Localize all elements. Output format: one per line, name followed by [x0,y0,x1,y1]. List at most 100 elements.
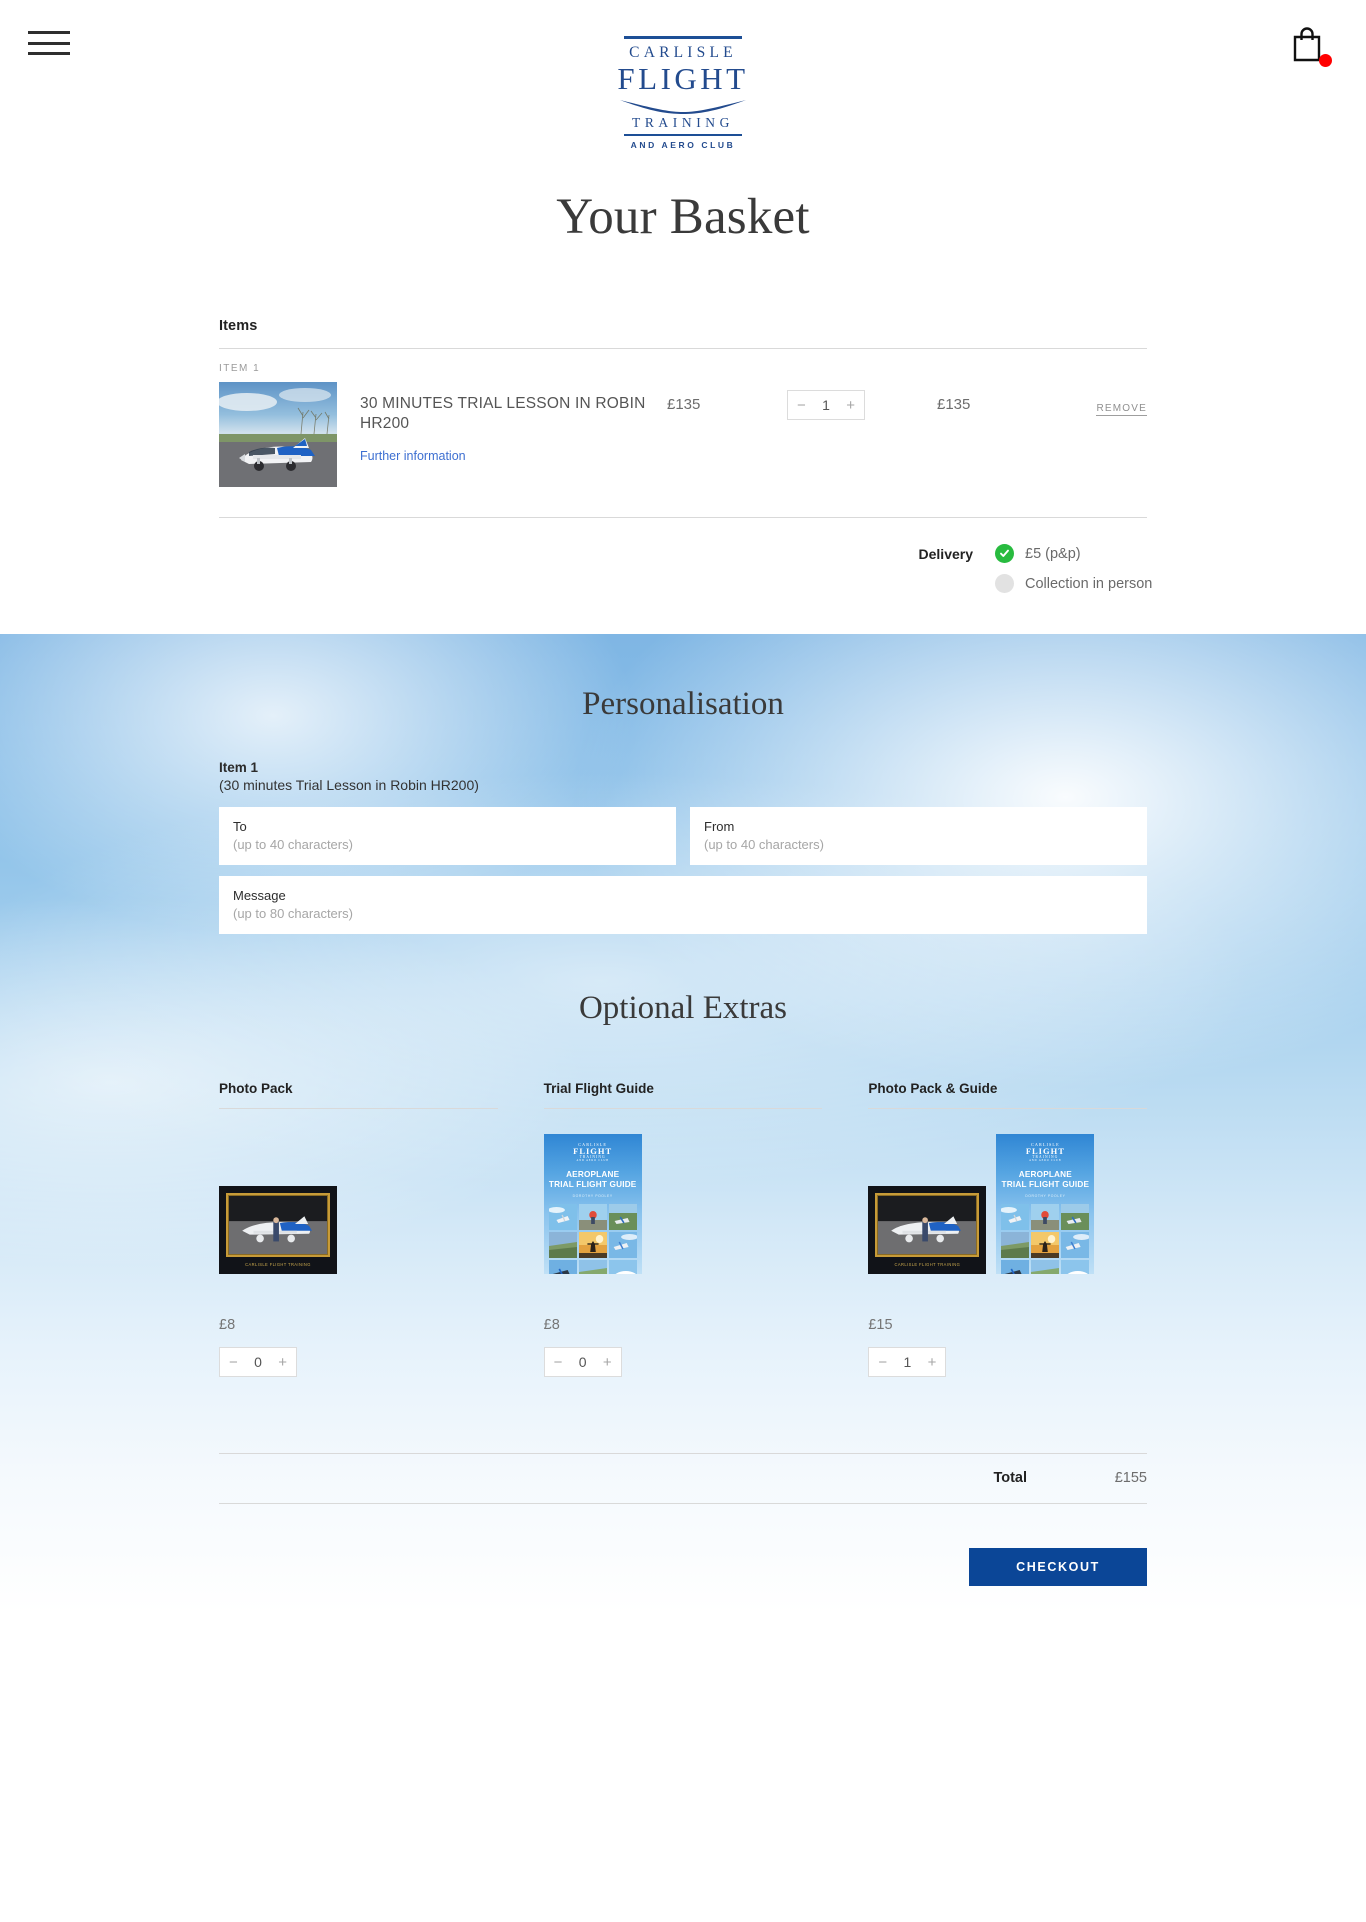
extra-price-photo-pack: £8 [219,1317,236,1333]
extra-price-photo-pack-and-guide: £15 [868,1317,893,1333]
quantity-decrease-button[interactable]: − [797,398,806,413]
booklet-photo-8 [578,1259,607,1274]
message-field-label: Message [233,888,286,903]
site-header: CARLISLE FLIGHT TRAINING AND AERO CLUB [0,0,1366,160]
logo-line-aeroclub: AND AERO CLUB [630,140,736,151]
optional-extras-grid: Photo Pack CARLISLE FLIGHT TRAINING £8 −… [219,1035,1148,1377]
photo-pack-increase-button[interactable]: + [278,1355,287,1370]
photo-pack-decrease-button[interactable]: − [229,1355,238,1370]
from-field-label: From [704,819,735,834]
extra-column-photo-pack: Photo Pack CARLISLE FLIGHT TRAINING £8 −… [219,1081,498,1377]
guide-decrease-button[interactable]: − [554,1355,563,1370]
booklet-title-combo: AEROPLANE TRIAL FLIGHT GUIDE [996,1163,1094,1190]
radio-unselected-icon[interactable] [995,574,1014,593]
item-unit-price: £135 [667,396,701,413]
booklet-title-line1-combo: AEROPLANE [1018,1169,1072,1179]
checkout-button[interactable]: CHECKOUT [969,1548,1147,1586]
totals-section: Total £155 [219,1377,1147,1504]
total-label: Total [993,1470,1027,1486]
site-logo[interactable]: CARLISLE FLIGHT TRAINING AND AERO CLUB [563,36,803,150]
combo-increase-button[interactable]: + [928,1355,937,1370]
photo-inner-image-combo [878,1196,977,1254]
logo-top-rule [624,36,742,39]
booklet-photo-2 [578,1203,607,1230]
delivery-option-pp-label: £5 (p&p) [1025,545,1081,562]
photo-pack-quantity-stepper[interactable]: − 0 + [219,1347,297,1377]
booklet-logo-combo: CARLISLE FLIGHT TRAINING AND AERO CLUB [996,1134,1094,1163]
guide-quantity-value: 0 [578,1354,587,1370]
personalisation-item-header: Item 1 (30 minutes Trial Lesson in Robin… [219,723,1147,793]
booklet-photo-1-combo [1001,1203,1030,1230]
photo-inner-image [229,1196,327,1254]
booklet-photo-5-combo [1031,1231,1060,1258]
booklet-photo-2-combo [1031,1203,1060,1230]
shopping-bag-icon[interactable] [1290,26,1332,70]
extra-stepper-cell-2: − 0 + [543,1333,823,1377]
photo-frame-caption: CARLISLE FLIGHT TRAINING [245,1262,311,1267]
item-subtotal: £135 [937,396,971,413]
booklet-photo-9-combo [1061,1259,1090,1274]
extra-media-trial-flight-guide[interactable]: CARLISLE FLIGHT TRAINING AND AERO CLUB A… [543,1109,823,1274]
extra-stepper-cell-3: − 1 + [868,1333,1147,1377]
quantity-stepper[interactable]: − 1 + [787,390,865,420]
booklet-photo-3-combo [1061,1203,1090,1230]
delivery-option-pp[interactable]: £5 (p&p) [995,544,1147,563]
booklet-photo-6-combo [1061,1231,1090,1258]
logo-line-flight: FLIGHT [617,61,749,97]
hamburger-bar-3 [28,52,70,55]
delivery-section: Delivery £5 (p&p) Collection in person [219,518,1152,634]
booklet-photo-4 [548,1231,577,1258]
from-field[interactable]: From (up to 40 characters) [690,807,1147,865]
to-field[interactable]: To (up to 40 characters) [219,807,676,865]
hamburger-menu-icon[interactable] [28,28,70,58]
logo-line-carlisle: CARLISLE [629,44,737,61]
item-details: 30 MINUTES TRIAL LESSON IN ROBIN HR200 F… [337,382,667,465]
personalisation-title: Personalisation [582,686,784,722]
logo-line-training: TRAINING [631,114,735,130]
personalisation-sky-section: Personalisation Item 1 (30 minutes Trial… [0,634,1366,1654]
personalisation-fields-row-1: To (up to 40 characters) From (up to 40 … [219,793,1147,865]
delivery-label: Delivery [918,546,973,562]
to-field-hint: (up to 40 characters) [233,837,353,852]
personalisation-item-heading: Item 1 [219,760,259,775]
guide-quantity-stepper[interactable]: − 0 + [543,1347,622,1377]
message-field[interactable]: Message (up to 80 characters) [219,876,1147,934]
framed-photo-icon-combo: CARLISLE FLIGHT TRAINING [868,1186,987,1274]
logo-swoosh-icon [563,98,803,114]
combo-decrease-button[interactable]: − [878,1355,887,1370]
combo-media-pair: CARLISLE FLIGHT TRAINING CARLISLE FLIGHT… [868,1134,1095,1274]
delivery-option-collection-label: Collection in person [1025,575,1153,592]
photo-pack-quantity-value: 0 [254,1354,262,1370]
booklet-title-line1: AEROPLANE [566,1169,620,1179]
quantity-increase-button[interactable]: + [846,398,855,413]
remove-item-button[interactable]: REMOVE [1096,403,1147,416]
booklet-photo-7 [548,1259,577,1274]
booklet-photo-4-combo [1001,1231,1030,1258]
combo-quantity-stepper[interactable]: − 1 + [868,1347,947,1377]
guide-increase-button[interactable]: + [603,1355,612,1370]
further-information-link[interactable]: Further information [360,449,466,463]
extra-media-photo-pack-and-guide[interactable]: CARLISLE FLIGHT TRAINING CARLISLE FLIGHT… [868,1109,1147,1274]
page-title: Your Basket [556,189,810,245]
booklet-title: AEROPLANE TRIAL FLIGHT GUIDE [544,1163,642,1190]
booklet-photo-7-combo [1001,1259,1030,1274]
booklet-logo: CARLISLE FLIGHT TRAINING AND AERO CLUB [544,1134,642,1163]
extra-media-photo-pack[interactable]: CARLISLE FLIGHT TRAINING [219,1109,498,1274]
basket-badge-dot [1319,54,1332,67]
message-field-hint: (up to 80 characters) [233,906,353,921]
basket-content: Items ITEM 1 30 MINUTES TRIAL LESSON IN … [0,246,1366,634]
delivery-option-collection[interactable]: Collection in person [995,574,1152,593]
delivery-options: £5 (p&p) Collection in person [995,544,1152,604]
item-title: 30 MINUTES TRIAL LESSON IN ROBIN HR200 [360,395,646,432]
booklet-photo-grid [544,1198,642,1274]
extra-title-trial-flight-guide: Trial Flight Guide [543,1081,654,1096]
extra-column-photo-pack-and-guide: Photo Pack & Guide CARLISLE FLIGHT TRAIN… [868,1081,1148,1377]
booklet-photo-8-combo [1031,1259,1060,1274]
radio-selected-icon[interactable] [995,544,1014,563]
item-thumbnail[interactable] [219,382,337,487]
extra-title-photo-pack-and-guide: Photo Pack & Guide [868,1081,998,1096]
photo-frame-caption-combo: CARLISLE FLIGHT TRAINING [894,1262,961,1267]
hamburger-bar-1 [28,31,70,34]
booklet-title-line2-combo: TRIAL FLIGHT GUIDE [1001,1179,1090,1189]
booklet-photo-6 [608,1231,637,1258]
